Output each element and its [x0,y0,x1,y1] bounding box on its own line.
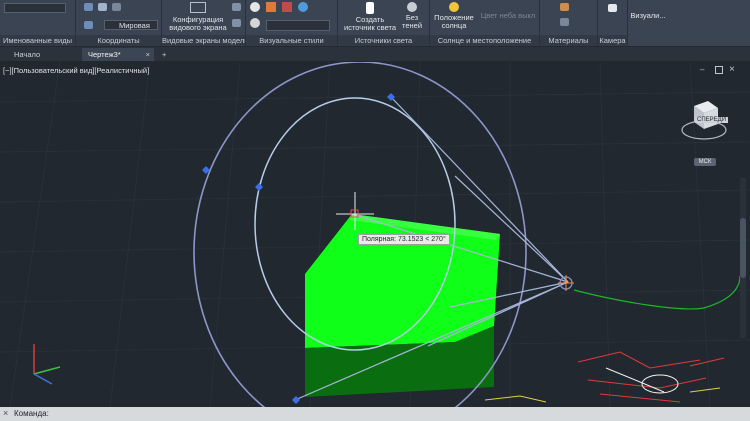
sun-icon [449,2,459,12]
panel-named-views: Именованные виды [0,0,76,46]
x-ray-icon[interactable] [298,2,308,12]
tab-label: Чертеж3* [88,50,121,59]
panel-label: Солнце и местоположение [430,35,539,46]
minimize-icon[interactable]: – [700,66,709,74]
wcs-dropdown[interactable]: МСК [694,158,716,166]
material-editor-icon[interactable] [560,18,569,26]
create-light-button[interactable]: Создать источник света [344,2,396,32]
wcs-label: МСК [698,159,712,165]
visual-style-combo[interactable] [266,20,330,31]
shadow-style-icon[interactable] [250,18,260,28]
visualize-label: Визуали... [630,11,666,20]
panel-label: Камера [598,35,627,46]
command-line[interactable]: × Команда: [0,407,750,421]
sun-status-label-2: солнца [441,21,467,30]
panel-model-viewports: Конфигурация видового экрана Видовые экр… [162,0,246,46]
panel-label: Визуальные стили [246,35,337,46]
panel-label: Материалы [540,35,597,46]
panel-visualize: Визуали... [628,0,668,46]
panel-sun-location: Положение солнца Цвет неба выкл Солнце и… [430,0,540,46]
no-shadows-button[interactable]: Без теней [398,2,426,30]
navigation-bar-handle[interactable] [740,218,746,278]
named-views-combo[interactable] [4,3,66,13]
ucs-3point-icon[interactable] [84,21,93,29]
coordinate-system-combo[interactable]: Мировая [104,20,158,30]
panel-camera: Камера [598,0,628,46]
coordinate-system-value: Мировая [119,21,150,30]
panel-label: Источники света [338,35,429,46]
ribbon: Именованные виды Мировая Координаты Конф… [0,0,750,47]
new-tab-button[interactable]: + [158,48,174,61]
panel-lights: Создать источник света Без теней Источни… [338,0,430,46]
named-viewports-icon[interactable] [232,3,241,11]
panel-label: Видовые экраны модели [162,35,245,46]
close-icon[interactable]: × [729,64,735,75]
close-tab-icon[interactable]: × [146,48,150,61]
panel-label: Именованные виды [0,35,75,46]
annotation-white [605,367,679,394]
visual-style-sphere-icon[interactable] [250,2,260,12]
edge-effects-icon[interactable] [266,2,276,12]
restore-icon[interactable] [715,66,723,74]
panel-label: Координаты [76,35,161,46]
annotation-marks [577,351,725,403]
viewport-grid-icon [190,2,206,13]
viewcube-face-label[interactable]: СПЕРЕДИ [695,117,729,123]
material-browser-icon[interactable] [560,3,569,11]
sky-color-label: Цвет неба выкл [480,11,536,20]
viewport-configuration-button[interactable]: Конфигурация видового экрана [168,2,228,32]
viewport-controls-label[interactable]: [−][Пользовательский вид][Реалистичный] [3,66,149,75]
spotlight-glyph-icon[interactable] [558,275,574,291]
visualize-button[interactable]: Визуали... [628,12,668,20]
close-command-line-icon[interactable]: × [3,408,8,418]
ucs-world-icon[interactable] [98,3,107,11]
panel-visual-styles: Визуальные стили [246,0,338,46]
create-light-label-2: источник света [344,23,396,32]
tab-label: Начало [14,50,41,59]
sun-status-button[interactable]: Положение солнца [432,2,476,30]
light-bulb-icon [366,2,374,14]
navigation-bar[interactable] [740,178,746,338]
face-style-icon[interactable] [282,2,292,12]
tab-drawing3[interactable]: Чертеж3* × [82,48,154,61]
ucs-origin-icon[interactable] [112,3,121,11]
command-prompt: Команда: [14,409,49,418]
sky-color-button[interactable]: Цвет неба выкл [478,12,538,20]
ucs-axis-icon [33,344,61,385]
panel-coordinates: Мировая Координаты [76,0,162,46]
model-viewport[interactable]: [−][Пользовательский вид][Реалистичный] … [0,62,750,407]
panel-materials: Материалы [540,0,598,46]
camera-icon[interactable] [608,4,617,12]
tab-start[interactable]: Начало [8,48,78,61]
viewport-config-label-2: видового экрана [169,23,227,32]
no-shadows-label-2: теней [401,21,423,30]
ucs-icon[interactable] [84,3,93,11]
file-tab-bar: Начало Чертеж3* × + [0,47,750,61]
join-viewports-icon[interactable] [232,19,241,27]
polar-tracking-tooltip: Полярная: 73.1523 < 270° [358,234,450,245]
annotation-yellow [484,387,721,403]
shadow-off-icon [407,2,417,12]
